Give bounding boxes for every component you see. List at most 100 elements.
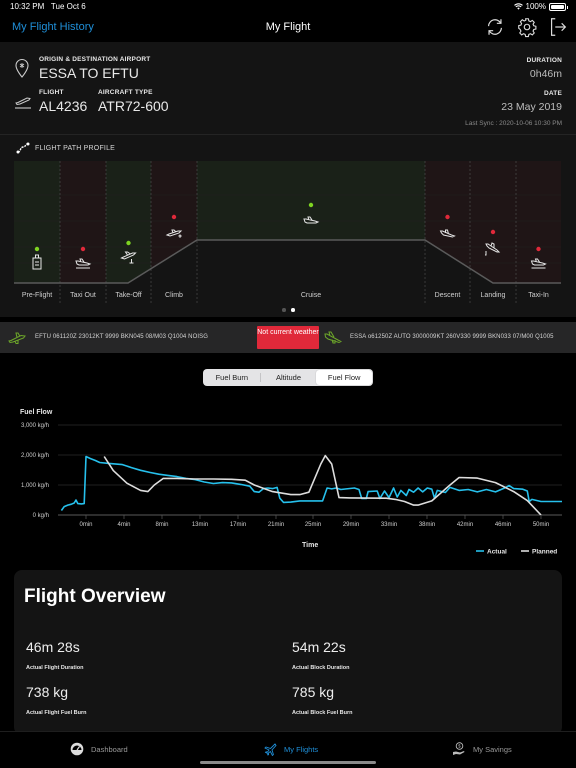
plane-icon xyxy=(264,743,277,756)
gear-icon xyxy=(518,18,537,38)
tab-my-flights-label: My Flights xyxy=(284,744,319,754)
svg-text:$: $ xyxy=(458,744,461,749)
actual-block-fuel-burn-value: 785 kg xyxy=(292,684,335,700)
logout-icon xyxy=(550,18,567,36)
y-tick-label: 1,000 kg/h xyxy=(21,483,49,489)
phase-status-dot-bad xyxy=(536,246,541,252)
y-tick-label: 2,000 kg/h xyxy=(21,453,49,459)
status-bar-left: 10:32 PM Tue Oct 6 xyxy=(10,2,86,11)
phase-label-taxi-out: Taxi Out xyxy=(70,292,96,299)
chart-type-segmented-control[interactable]: Fuel Burn Altitude Fuel Flow xyxy=(203,369,373,386)
dashboard-icon xyxy=(70,742,84,756)
actual-block-duration-label: Actual Block Duration xyxy=(292,665,350,671)
aircraft-type-label: AIRCRAFT TYPE xyxy=(98,89,153,96)
home-indicator xyxy=(200,761,376,764)
wifi-icon xyxy=(513,3,523,10)
battery-level xyxy=(551,4,564,9)
x-tick-label: 46min xyxy=(495,522,511,528)
actual-block-fuel-burn-label: Actual Block Fuel Burn xyxy=(292,710,353,716)
phase-status-dot-bad xyxy=(445,214,450,220)
not-current-weather-badge: Not current weather xyxy=(257,326,319,349)
actual-block-duration-value: 54m 22s xyxy=(292,639,346,655)
logout-button[interactable] xyxy=(547,16,569,38)
chart-title: Fuel Flow xyxy=(20,409,53,416)
phase-status-dot-good xyxy=(34,246,40,252)
actual-flight-fuel-burn-value: 738 kg xyxy=(26,684,69,700)
x-tick-label: 29min xyxy=(343,522,359,528)
phase-label-take-off: Take-Off xyxy=(115,292,142,299)
y-tick-label: 3,000 kg/h xyxy=(21,423,49,429)
phase-label-pre-flight: Pre-Flight xyxy=(21,292,53,299)
x-tick-label: 42min xyxy=(457,522,473,528)
arrival-weather-icon xyxy=(324,331,342,344)
phase-label-descent: Descent xyxy=(434,292,461,299)
date-value: 23 May 2019 xyxy=(501,101,562,113)
phase-background xyxy=(470,161,516,283)
savings-icon: $ xyxy=(453,742,465,755)
refresh-button[interactable] xyxy=(484,16,506,38)
segment-fuel-burn[interactable]: Fuel Burn xyxy=(204,370,260,385)
phase-background xyxy=(106,161,151,283)
phase-label-landing: Landing xyxy=(480,292,506,299)
actual-flight-duration-value: 46m 28s xyxy=(26,639,80,655)
date-label: DATE xyxy=(543,90,562,97)
refresh-icon xyxy=(487,19,503,35)
x-tick-label: 0min xyxy=(79,522,92,528)
x-tick-label: 17min xyxy=(230,522,246,528)
settings-button[interactable] xyxy=(516,16,538,38)
tab-my-savings-label: My Savings xyxy=(473,745,512,754)
battery-percent: 100% xyxy=(525,2,546,11)
flight-overview-card: Flight Overview 46m 28s Actual Flight Du… xyxy=(14,570,562,735)
phase-status-dot-bad xyxy=(80,246,86,252)
status-time: 10:32 PM xyxy=(10,2,45,11)
phase-status-dot-bad xyxy=(490,229,496,235)
y-tick-label: 0 kg/h xyxy=(33,513,49,519)
legend-label-planned: Planned xyxy=(532,549,557,556)
destination-metar: ESSA o61250Z AUTO 3000009KT 260V330 9999… xyxy=(350,334,554,340)
phase-label-taxi-in: Taxi-In xyxy=(528,292,549,299)
departure-icon xyxy=(15,97,31,109)
weather-strip: EFTU 061120Z 23012KT 9999 BKN045 08/M03 … xyxy=(0,322,576,353)
flight-label: FLIGHT xyxy=(39,89,64,96)
location-pin-icon xyxy=(15,58,29,78)
page-indicator-dot[interactable] xyxy=(291,308,295,312)
flight-overview-title: Flight Overview xyxy=(24,586,166,607)
x-tick-label: 8min xyxy=(155,522,168,528)
flight-path-graph xyxy=(14,161,561,303)
flight-path-profile[interactable]: FLIGHT PATH PROFILE Pre-Flight Taxi Out Ta… xyxy=(0,134,576,317)
tab-dashboard[interactable]: Dashboard xyxy=(70,742,128,756)
legend-label-actual: Actual xyxy=(487,549,507,556)
origin-destination-label: ORIGIN & DESTINATION AIRPORT xyxy=(39,56,151,63)
x-axis-label: Time xyxy=(302,542,318,549)
actual-flight-duration-label: Actual Flight Duration xyxy=(26,665,84,671)
status-bar-right: 100% xyxy=(513,2,568,11)
tab-my-flights[interactable]: My Flights xyxy=(263,742,318,756)
origin-metar: EFTU 061120Z 23012KT 9999 BKN045 08/M03 … xyxy=(35,334,208,340)
x-tick-label: 25min xyxy=(305,522,321,528)
tab-dashboard-label: Dashboard xyxy=(91,744,128,754)
x-tick-label: 50min xyxy=(533,522,549,528)
x-tick-label: 38min xyxy=(419,522,435,528)
battery-icon xyxy=(549,2,568,11)
flight-number: AL4236 xyxy=(39,98,88,114)
duration-value: 0h46m xyxy=(529,68,562,80)
actual-flight-fuel-burn-label: Actual Flight Fuel Burn xyxy=(26,710,87,716)
fuel-flow-chart[interactable]: Fuel Flow Time 0 kg/h 1,000 kg/h 2,000 kg/… xyxy=(0,400,576,560)
phase-status-dot-good xyxy=(126,240,131,246)
origin-destination-value: ESSA TO EFTU xyxy=(39,65,139,81)
duration-label: DURATION xyxy=(526,57,562,64)
status-date: Tue Oct 6 xyxy=(50,2,86,11)
x-tick-label: 21min xyxy=(268,522,284,528)
phase-status-dot-bad xyxy=(171,214,177,220)
x-tick-label: 4min xyxy=(117,522,130,528)
segment-altitude[interactable]: Altitude xyxy=(261,370,317,385)
page-indicator-dot[interactable] xyxy=(282,308,286,312)
tab-my-savings[interactable]: $ My Savings xyxy=(452,742,512,757)
x-tick-label: 13min xyxy=(192,522,208,528)
flight-header-card: ORIGIN & DESTINATION AIRPORT ESSA TO EFT… xyxy=(0,42,576,134)
segment-fuel-flow[interactable]: Fuel Flow xyxy=(316,370,373,385)
phase-label-cruise: Cruise xyxy=(300,292,322,299)
last-sync: Last Sync : 2020-10-06 10:30 PM xyxy=(465,120,562,127)
x-tick-label: 33min xyxy=(381,522,397,528)
phase-status-dot-good xyxy=(308,202,314,208)
